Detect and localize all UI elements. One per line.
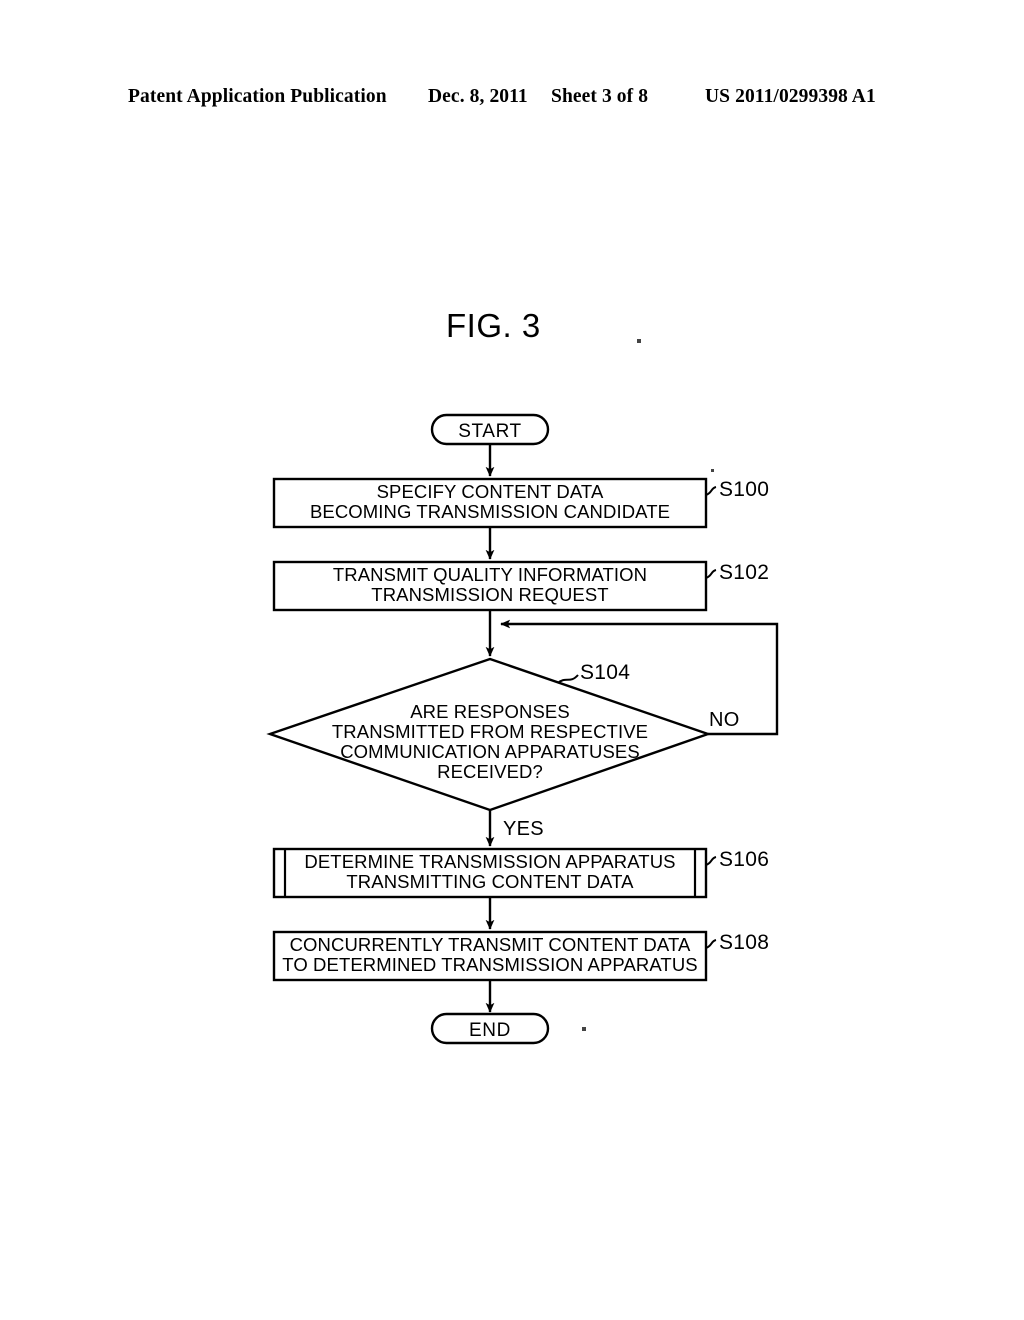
step-label-s104: S104 <box>580 661 630 684</box>
start-terminal: START <box>430 413 550 446</box>
process-box-s102: TRANSMIT QUALITY INFORMATION TRANSMISSIO… <box>272 560 708 612</box>
end-terminal: END <box>430 1012 550 1045</box>
branch-label-yes: YES <box>503 818 544 840</box>
process-box-s100-line-1: SPECIFY CONTENT DATA <box>377 481 604 502</box>
process-box-s108-line-2: TO DETERMINED TRANSMISSION APPARATUS <box>282 954 697 975</box>
process-box-s100-line-2: BECOMING TRANSMISSION CANDIDATE <box>310 501 670 522</box>
decision-s104-line-4: RECEIVED? <box>437 761 543 782</box>
step-label-s100: S100 <box>719 478 769 501</box>
decision-s104-line-1: ARE RESPONSES <box>410 701 570 722</box>
end-terminal-label: END <box>469 1020 511 1041</box>
predefined-process-box-s106: DETERMINE TRANSMISSION APPARATUS TRANSMI… <box>272 847 708 899</box>
leader-line-s100 <box>705 486 717 496</box>
leader-line-s104 <box>557 674 579 684</box>
process-box-s102-line-2: TRANSMISSION REQUEST <box>371 584 608 605</box>
process-box-s100: SPECIFY CONTENT DATA BECOMING TRANSMISSI… <box>272 477 708 529</box>
scan-speck <box>582 1027 586 1031</box>
process-box-s108: CONCURRENTLY TRANSMIT CONTENT DATA TO DE… <box>272 930 708 982</box>
decision-s104-line-3: COMMUNICATION APPARATUSES <box>340 741 640 762</box>
scan-speck <box>637 339 641 343</box>
patent-drawing-page: Patent Application Publication Dec. 8, 2… <box>0 0 1024 1320</box>
scan-speck <box>711 469 714 472</box>
start-terminal-label: START <box>458 421 522 442</box>
process-box-s102-line-1: TRANSMIT QUALITY INFORMATION <box>333 564 647 585</box>
leader-line-s106 <box>705 856 717 866</box>
leader-line-s108 <box>705 939 717 949</box>
decision-diamond-s104: ARE RESPONSES TRANSMITTED FROM RESPECTIV… <box>266 657 712 812</box>
step-label-s108: S108 <box>719 931 769 954</box>
process-box-s106-line-1: DETERMINE TRANSMISSION APPARATUS <box>304 851 675 872</box>
step-label-s106: S106 <box>719 848 769 871</box>
step-label-s102: S102 <box>719 561 769 584</box>
decision-s104-line-2: TRANSMITTED FROM RESPECTIVE <box>332 721 648 742</box>
branch-label-no: NO <box>709 709 740 731</box>
process-box-s108-line-1: CONCURRENTLY TRANSMIT CONTENT DATA <box>290 934 691 955</box>
process-box-s106-line-2: TRANSMITTING CONTENT DATA <box>346 871 634 892</box>
leader-line-s102 <box>705 569 717 579</box>
flowchart-diagram: START SPECIFY CONTENT DATA BECOMING TRAN… <box>266 339 779 1045</box>
